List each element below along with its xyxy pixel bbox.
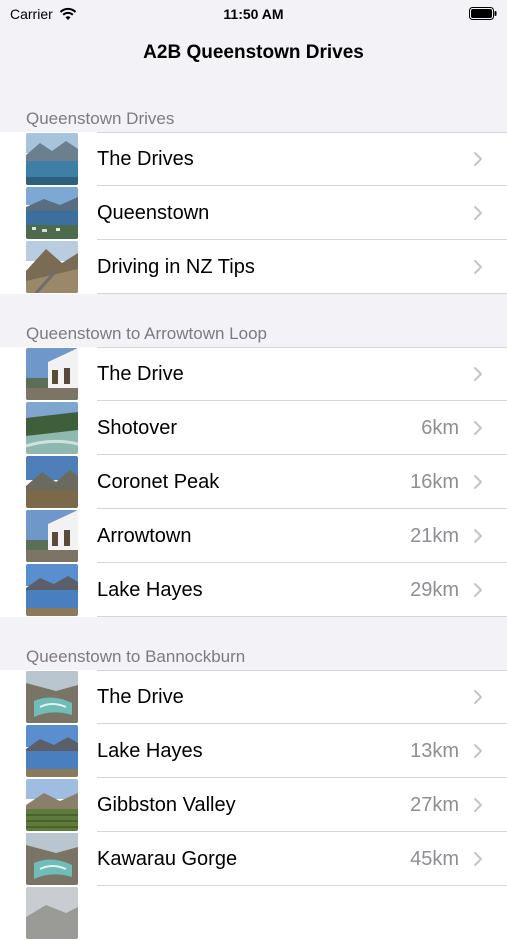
section-arrowtown-loop: The Drive Shotover 6km Coronet Peak 16km… (0, 347, 507, 617)
list-item-the-drives[interactable]: The Drives (0, 132, 507, 186)
list-item-lake-hayes[interactable]: Lake Hayes 29km (0, 563, 507, 617)
list-item-the-drive[interactable]: The Drive (0, 347, 507, 401)
chevron-right-icon (474, 367, 482, 381)
row-distance: 29km (410, 578, 459, 601)
chevron-right-icon (474, 744, 482, 758)
status-time: 11:50 AM (223, 6, 284, 22)
list-item-lake-hayes[interactable]: Lake Hayes 13km (0, 724, 507, 778)
list-item-queenstown[interactable]: Queenstown (0, 186, 507, 240)
lake-scene-thumbnail (26, 133, 78, 185)
chevron-right-icon (474, 690, 482, 704)
row-label: Gibbston Valley (97, 793, 236, 816)
row-label: Queenstown (97, 201, 210, 224)
chevron-right-icon (474, 152, 482, 166)
heritage-building-thumbnail (26, 348, 78, 400)
section-header-arrowtown-loop: Queenstown to Arrowtown Loop (26, 324, 267, 343)
row-label: Kawarau Gorge (97, 847, 238, 870)
page-title: A2B Queenstown Drives (143, 42, 364, 63)
row-distance: 45km (410, 847, 459, 870)
row-distance: 16km (410, 470, 459, 493)
row-label: Lake Hayes (97, 739, 203, 762)
row-distance: 21km (410, 524, 459, 547)
vineyard-thumbnail (26, 779, 78, 831)
list-item-the-drive[interactable]: The Drive (0, 670, 507, 724)
row-label: Lake Hayes (97, 578, 203, 601)
list-item-driving-tips[interactable]: Driving in NZ Tips (0, 240, 507, 294)
river-canyon-thumbnail (26, 402, 78, 454)
row-distance: 13km (410, 739, 459, 762)
section-queenstown-drives: The Drives Queenstown Driving in NZ Tips (0, 132, 507, 294)
row-label: Coronet Peak (97, 470, 220, 493)
gorge-water-thumbnail (26, 833, 78, 885)
row-label: The Drive (97, 362, 184, 385)
list-item-kawarau-gorge[interactable]: Kawarau Gorge 45km (0, 832, 507, 886)
list-item-gibbston-valley[interactable]: Gibbston Valley 27km (0, 778, 507, 832)
road-hills-thumbnail (26, 241, 78, 293)
list-item-coronet-peak[interactable]: Coronet Peak 16km (0, 455, 507, 509)
heritage-building-thumbnail (26, 510, 78, 562)
lake-reflection-thumbnail (26, 564, 78, 616)
partial-thumbnail (26, 887, 78, 939)
row-distance: 6km (421, 416, 459, 439)
row-label: Arrowtown (97, 524, 192, 547)
gorge-water-thumbnail (26, 671, 78, 723)
navigation-bar: A2B Queenstown Drives (0, 28, 507, 78)
section-header-bannockburn: Queenstown to Bannockburn (26, 647, 246, 666)
row-label: Shotover (97, 416, 178, 439)
chevron-right-icon (474, 529, 482, 543)
row-distance: 27km (410, 793, 459, 816)
chevron-right-icon (474, 852, 482, 866)
section-header-queenstown-drives: Queenstown Drives (26, 109, 175, 128)
mountain-valley-thumbnail (26, 456, 78, 508)
row-label: The Drives (97, 147, 194, 170)
town-aerial-thumbnail (26, 187, 78, 239)
list-item-arrowtown[interactable]: Arrowtown 21km (0, 509, 507, 563)
list-item-partial[interactable] (0, 886, 507, 940)
row-label: Driving in NZ Tips (97, 255, 255, 278)
chevron-right-icon (474, 206, 482, 220)
chevron-right-icon (474, 583, 482, 597)
list-item-shotover[interactable]: Shotover 6km (0, 401, 507, 455)
chevron-right-icon (474, 475, 482, 489)
battery-icon (469, 7, 497, 20)
chevron-right-icon (474, 260, 482, 274)
lake-reflection-thumbnail (26, 725, 78, 777)
chevron-right-icon (474, 421, 482, 435)
row-label: The Drive (97, 685, 184, 708)
chevron-right-icon (474, 798, 482, 812)
status-bar: Carrier 11:50 AM (0, 0, 507, 28)
